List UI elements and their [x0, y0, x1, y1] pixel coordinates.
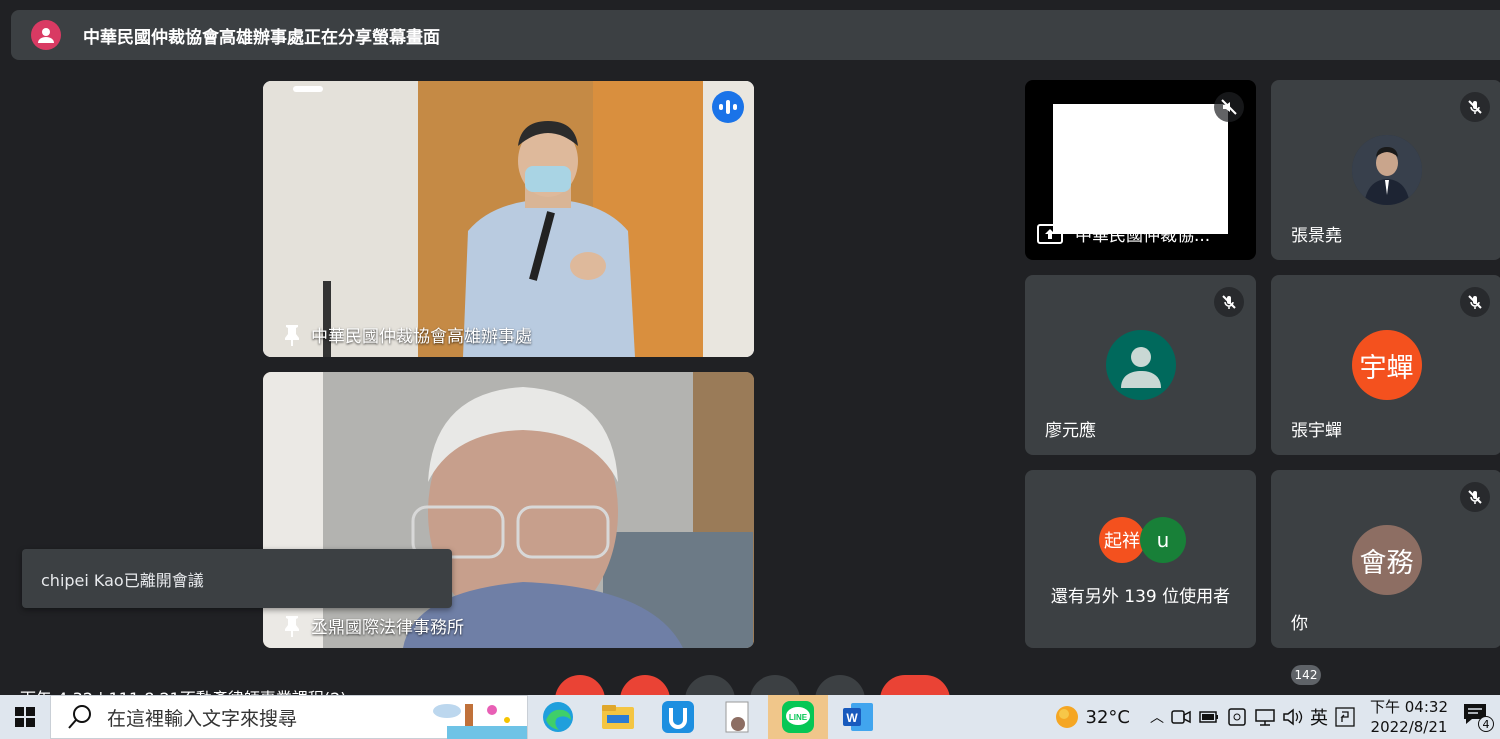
profile-photo	[1351, 135, 1422, 205]
pin-icon[interactable]	[283, 324, 301, 346]
mic-off-icon	[1468, 100, 1482, 114]
present-button[interactable]	[750, 675, 800, 695]
weather-sun-icon[interactable]	[1054, 704, 1080, 730]
word-app-icon[interactable]: W	[828, 695, 888, 739]
mic-toggle-button[interactable]	[555, 675, 605, 695]
speaking-indicator-icon	[712, 91, 744, 123]
volume-icon[interactable]	[1282, 707, 1304, 727]
participant-count-badge: 142	[1291, 665, 1321, 685]
avatar-mini: u	[1140, 517, 1186, 563]
ime-language-indicator[interactable]: 英	[1310, 704, 1328, 730]
chevron-up-icon[interactable]: ︿	[1150, 707, 1164, 727]
pin-icon[interactable]	[283, 615, 301, 637]
svg-text:LINE: LINE	[789, 713, 808, 722]
avatar	[1351, 135, 1422, 205]
battery-icon[interactable]	[1198, 707, 1220, 727]
participant-tile-liao-yuanying[interactable]: 廖元應	[1025, 275, 1256, 455]
tile-name: 你	[1291, 614, 1308, 634]
notification-center-button[interactable]: 4	[1462, 702, 1494, 732]
camera-toggle-button[interactable]	[620, 675, 670, 695]
taskbar-search-box[interactable]: 在這裡輸入文字來搜尋	[50, 695, 528, 739]
avatar: 宇蟬	[1351, 330, 1422, 400]
meeting-info-text: 下午 4:32 | 111.8.21不動產律師專業課程(2)	[20, 685, 347, 695]
mic-off-indicator	[1214, 287, 1244, 317]
mic-off-icon	[1468, 490, 1482, 504]
main-video-tile-1[interactable]: 中華民國仲裁協會高雄辦事處	[263, 81, 754, 357]
tile-name: 張景堯	[1291, 226, 1342, 246]
raise-hand-button[interactable]	[685, 675, 735, 695]
mic-off-icon	[1468, 295, 1482, 309]
shared-screen-preview	[1053, 104, 1228, 234]
clock-date: 2022/8/21	[1370, 718, 1448, 736]
left-meeting-toast: chipei Kao已離開會議	[22, 549, 452, 608]
mic-off-indicator	[1460, 482, 1490, 512]
search-icon	[68, 705, 91, 729]
end-call-button[interactable]	[880, 675, 950, 695]
svg-text:W: W	[846, 711, 858, 725]
banner-title: 中華民國仲裁協會高雄辦事處正在分享螢幕畫面	[83, 27, 440, 48]
self-tile[interactable]: 會務 你	[1271, 470, 1500, 648]
notification-count: 4	[1478, 716, 1494, 732]
mic-off-indicator	[1460, 92, 1490, 122]
others-count-label: 還有另外 139 位使用者	[1050, 587, 1231, 607]
tile-name: 廖元應	[1045, 421, 1096, 441]
presenter-avatar	[31, 20, 61, 50]
more-options-button[interactable]	[815, 675, 865, 695]
mic-off-indicator	[1460, 287, 1490, 317]
screen-share-banner: 中華民國仲裁協會高雄辦事處正在分享螢幕畫面	[11, 10, 1500, 60]
chat-icon[interactable]	[1325, 675, 1375, 695]
host-controls-icon[interactable]	[1445, 675, 1495, 695]
start-button[interactable]	[0, 695, 50, 739]
avatar-mini: 起祥	[1099, 517, 1145, 563]
activities-icon[interactable]	[1385, 675, 1435, 695]
meeting-controls-bar: 下午 4:32 | 111.8.21不動產律師專業課程(2)	[0, 665, 1500, 695]
system-clock[interactable]: 下午 04:32 2022/8/21	[1370, 697, 1448, 737]
clock-time: 下午 04:32	[1370, 698, 1448, 716]
edge-browser-icon[interactable]	[528, 695, 588, 739]
mic-off-icon	[1222, 295, 1236, 309]
windows-taskbar: 在這裡輸入文字來搜尋 LINE W 32°C ︿ 英 下午 04:32 2022…	[0, 695, 1500, 739]
u-app-icon[interactable]	[648, 695, 708, 739]
avatar	[1105, 330, 1176, 400]
tile-name: 張宇蟬	[1291, 421, 1342, 441]
system-tray: 32°C ︿ 英 下午 04:32 2022/8/21 4	[1054, 695, 1500, 739]
participant-tile-zhang-yuchan[interactable]: 宇蟬 張宇蟬	[1271, 275, 1500, 455]
weather-temperature[interactable]: 32°C	[1086, 707, 1130, 728]
present-screen-icon	[1037, 223, 1063, 244]
person-icon	[38, 28, 54, 43]
search-highlight-illustration	[433, 704, 527, 739]
volume-off-icon	[1221, 99, 1237, 115]
line-app-icon[interactable]: LINE	[768, 695, 828, 739]
file-explorer-icon[interactable]	[588, 695, 648, 739]
tile-name: 丞鼎國際法律事務所	[311, 618, 464, 638]
search-placeholder: 在這裡輸入文字來搜尋	[107, 707, 298, 730]
info-icon[interactable]	[1205, 675, 1255, 695]
windows-logo-icon	[15, 707, 35, 727]
presentation-tile[interactable]: 中華民國仲裁協...	[1025, 80, 1256, 260]
default-person-icon	[1120, 347, 1161, 388]
avatar: 會務	[1351, 525, 1422, 595]
ime-mode-icon[interactable]	[1334, 706, 1356, 728]
speaker-video	[263, 81, 754, 357]
camera-tray-icon[interactable]	[1170, 707, 1192, 727]
mute-indicator	[1214, 92, 1244, 122]
other-participants-tile[interactable]: 起祥 u 還有另外 139 位使用者	[1025, 470, 1256, 648]
document-app-icon[interactable]	[708, 695, 768, 739]
tile-name: 中華民國仲裁協會高雄辦事處	[311, 327, 532, 347]
network-icon[interactable]	[1254, 707, 1276, 727]
participant-tile-zhang-jingyao[interactable]: 張景堯	[1271, 80, 1500, 260]
tablet-icon[interactable]	[1226, 707, 1248, 727]
tile-name: 中華民國仲裁協...	[1075, 226, 1211, 246]
